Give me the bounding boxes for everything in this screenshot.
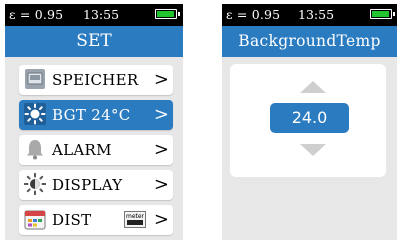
menu-label: DIST — [52, 211, 92, 229]
memory-card-icon — [25, 69, 45, 89]
menu-item-dist[interactable]: DIST meter > — [19, 205, 173, 235]
chevron-right-icon: > — [153, 139, 169, 160]
menu-item-speicher[interactable]: SPEICHER > — [19, 65, 173, 95]
page-title: SET — [5, 26, 183, 57]
arrow-up-icon[interactable] — [300, 81, 326, 93]
menu-label: ALARM — [52, 141, 112, 159]
menu-item-alarm[interactable]: ALARM > — [19, 135, 173, 165]
chevron-right-icon: > — [153, 69, 169, 90]
status-bar: ε = 0.95 13:55 — [5, 4, 183, 26]
emissivity-readout: ε = 0.95 — [9, 7, 64, 22]
chevron-right-icon: > — [153, 209, 169, 230]
meter-badge-icon: meter — [124, 211, 146, 228]
sun-icon — [24, 103, 46, 125]
menu-label: BGT 24°C — [52, 106, 131, 124]
emissivity-readout: ε = 0.95 — [226, 7, 281, 22]
menu-item-display[interactable]: DISPLAY > — [19, 170, 173, 200]
menu-item-bgt[interactable]: BGT 24°C > — [19, 100, 173, 130]
page-title: BackgroundTemp — [222, 26, 397, 57]
clock: 13:55 — [298, 7, 335, 22]
arrow-down-icon[interactable] — [300, 144, 326, 156]
battery-icon — [370, 9, 395, 19]
menu-label: DISPLAY — [52, 176, 123, 194]
background-temp-screen: ε = 0.95 13:55 BackgroundTemp 24.0 — [222, 4, 397, 240]
value-panel: 24.0 — [230, 64, 386, 177]
settings-screen: ε = 0.95 13:55 SET SPEICHER > BGT 24°C > — [5, 4, 183, 240]
status-bar: ε = 0.95 13:55 — [222, 4, 397, 26]
brightness-icon — [24, 173, 46, 195]
chevron-right-icon: > — [153, 104, 169, 125]
menu-label: SPEICHER — [52, 71, 139, 89]
bell-icon — [27, 140, 43, 160]
clock: 13:55 — [83, 7, 120, 22]
battery-icon — [155, 9, 180, 19]
background-temp-value[interactable]: 24.0 — [270, 103, 349, 133]
meter-badge-label: meter — [125, 213, 145, 220]
calendar-icon — [24, 210, 46, 230]
chevron-right-icon: > — [153, 174, 169, 195]
